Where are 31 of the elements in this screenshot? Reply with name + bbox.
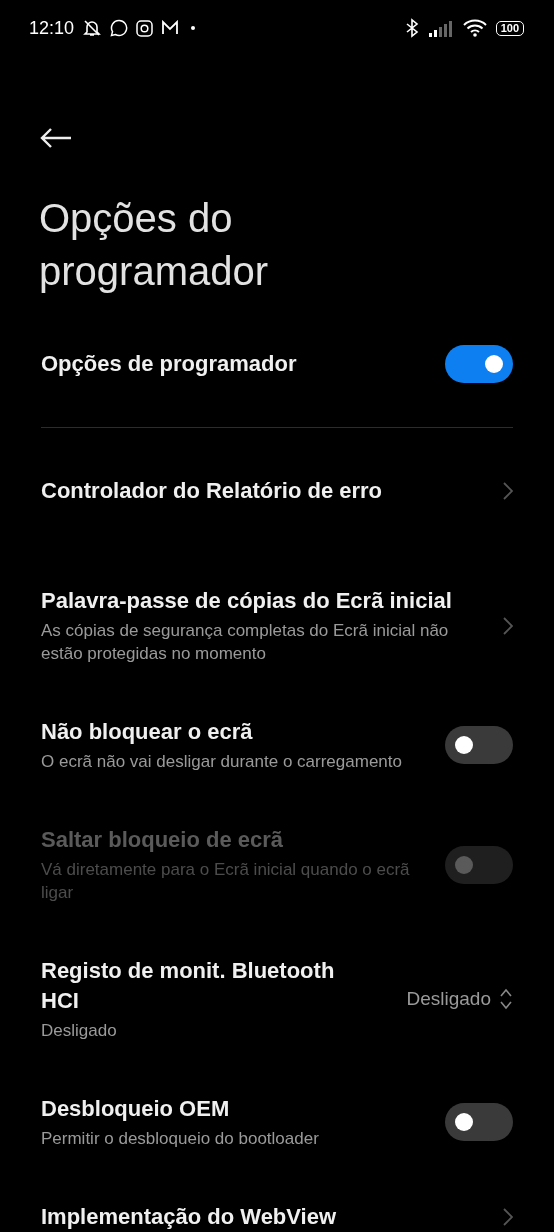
setting-title: Controlador do Relatório de erro xyxy=(41,477,383,505)
up-down-chevron-icon xyxy=(499,988,513,1010)
battery-level: 100 xyxy=(495,20,524,36)
status-time: 12:10 xyxy=(29,17,75,39)
chevron-right-icon xyxy=(503,482,513,500)
setting-description: Permitir o desbloqueio do bootloader xyxy=(41,1128,319,1150)
setting-title: Implementação do WebView xyxy=(41,1203,337,1231)
wifi-icon xyxy=(461,18,488,38)
setting-description: O ecrã não vai desligar durante o carregamento xyxy=(41,751,402,773)
toggle-switch[interactable] xyxy=(445,1103,513,1141)
toggle-switch[interactable] xyxy=(445,726,513,764)
page-title: Opções do programador xyxy=(39,195,269,295)
chevron-right-icon xyxy=(503,616,513,635)
camera-icon xyxy=(136,19,154,37)
setting-title: Não bloquear o ecrã xyxy=(41,718,254,746)
setting-description: As cópias de segurança completas do Ecrã inicial não estão protegidas no momento xyxy=(41,620,450,665)
chevron-right-icon xyxy=(503,1208,513,1226)
mail-icon xyxy=(161,20,180,36)
toggle-switch[interactable] xyxy=(445,345,513,383)
signal-icon xyxy=(427,19,454,37)
setting-title: Desbloqueio OEM xyxy=(41,1095,231,1123)
setting-description: Vá diretamente para o Ecrã inicial quando o ecrã ligar xyxy=(41,859,411,904)
setting-title: Saltar bloqueio de ecrã xyxy=(41,826,285,854)
muted-bell-icon xyxy=(82,18,103,38)
setting-title: Opções de programador xyxy=(41,350,297,378)
dropdown-selector[interactable]: Desligado xyxy=(406,988,513,1010)
back-arrow-icon xyxy=(40,126,72,149)
setting-title: Palavra-passe de cópias do Ecrã inicial xyxy=(41,587,453,615)
setting-title: Registo de monit. Bluetooth HCI xyxy=(41,957,336,1015)
chat-icon xyxy=(110,19,129,37)
setting-description: Desligado xyxy=(41,1020,118,1042)
